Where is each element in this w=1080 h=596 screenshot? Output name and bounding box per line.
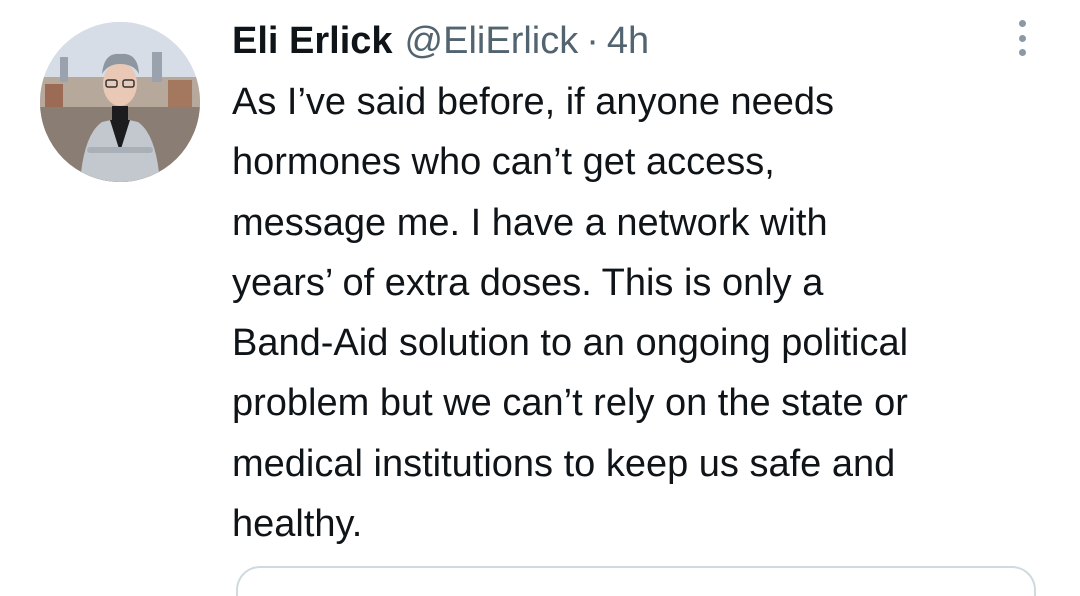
tweet-text-line: years’ of extra doses. This is only a [232,261,824,304]
tweet-text-line: Band-Aid solution to an ongoing politica… [232,322,909,365]
embedded-card-border[interactable] [236,566,1036,596]
separator-dot: · [586,20,599,62]
avatar-photo [40,22,200,182]
tweet-text-line: As I’ve said before, if anyone needs [232,81,835,123]
tweet-header: Eli Erlick @EliErlick · 4h [232,14,649,68]
tweet-timestamp[interactable]: 4h [607,14,649,68]
tweet-text-line: hormones who can’t get access, [232,141,775,184]
tweet-text-line: problem but we can’t rely on the state o… [232,382,908,425]
more-dot [1018,34,1026,42]
more-dot [1018,49,1026,56]
tweet-text-line: medical institutions to keep us safe and [232,442,896,485]
vertical-ellipsis-icon[interactable] [1008,16,1036,60]
tweet-text: As I’ve said before, if anyone needs hor… [232,72,1062,554]
tweet[interactable]: Eli Erlick @EliErlick · 4h As I’ve said … [0,0,1080,596]
tweet-text-line: message me. I have a network with [232,201,828,244]
more-dot [1018,20,1026,27]
author-handle[interactable]: @EliErlick [405,14,579,68]
author-display-name[interactable]: Eli Erlick [232,14,393,68]
tweet-text-line: healthy. [232,503,363,546]
author-avatar[interactable] [40,22,200,182]
